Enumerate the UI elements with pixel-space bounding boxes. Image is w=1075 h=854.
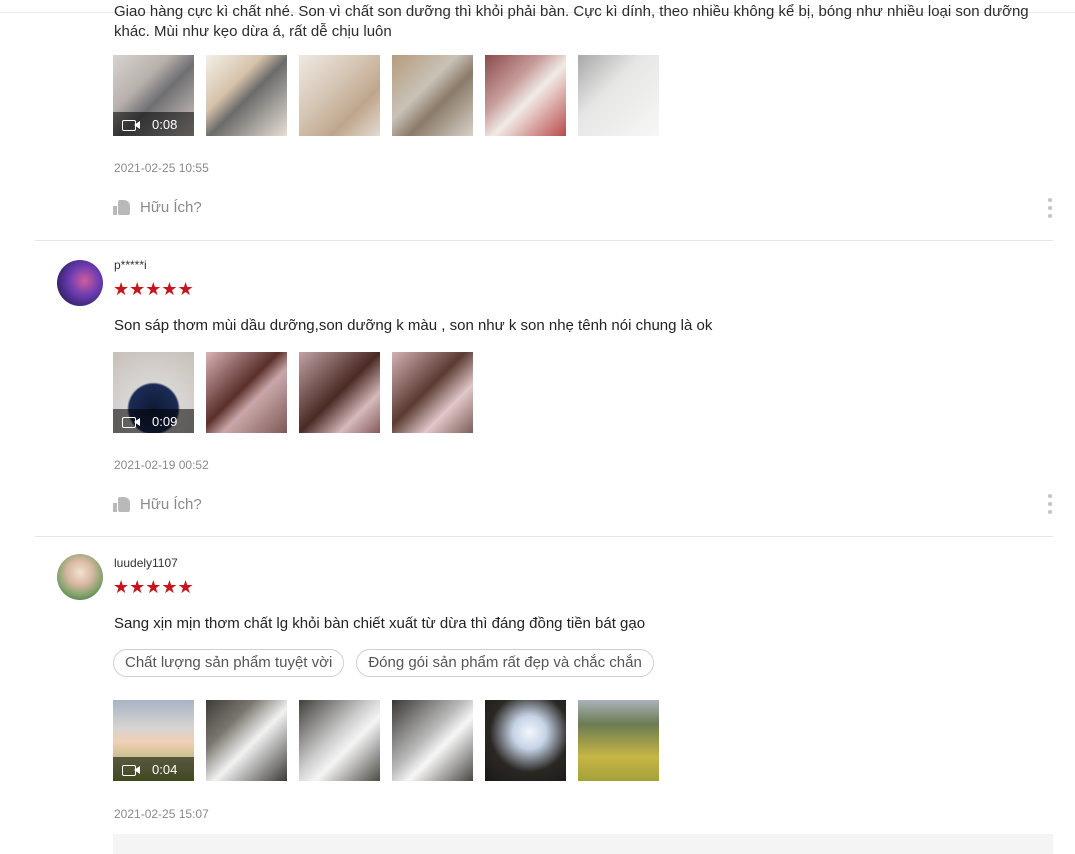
review-comment: Giao hàng cực kì chất nhé. Son vì chất s… [114,3,1029,40]
review-divider [35,240,1053,241]
media-thumbnail[interactable] [392,352,473,433]
review-comment: Sang xịn mịn thơm chất lg khỏi bàn chiết… [114,615,646,632]
reviews-page: Giao hàng cực kì chất nhé. Son vì chất s… [0,0,1075,854]
media-thumbnail[interactable] [485,700,566,781]
avatar[interactable] [57,260,103,306]
media-thumbnail[interactable] [206,700,287,781]
video-badge: 0:04 [113,757,194,781]
media-thumbnail[interactable] [299,352,380,433]
video-thumbnail[interactable]: 0:08 [113,55,194,136]
review-media: 0:04 [113,700,659,781]
video-thumbnail[interactable]: 0:04 [113,700,194,781]
video-camera-icon [122,119,140,131]
video-thumbnail[interactable]: 0:09 [113,352,194,433]
video-badge: 0:08 [113,112,194,136]
thumbs-up-icon [113,200,130,215]
review-date: 2021-02-25 15:07 [114,807,209,821]
more-options-icon[interactable] [1047,198,1053,218]
review-date: 2021-02-19 00:52 [114,458,209,472]
star-rating: ★★★★★ [113,280,194,298]
media-thumbnail[interactable] [299,55,380,136]
review-comment: Son sáp thơm mùi dầu dưỡng,son dưỡng k m… [114,317,713,334]
media-thumbnail[interactable] [299,700,380,781]
media-thumbnail[interactable] [206,352,287,433]
media-thumbnail[interactable] [392,700,473,781]
helpful-button[interactable]: Hữu Ích? [113,199,202,216]
media-thumbnail[interactable] [485,55,566,136]
star-icon: ★★★★★ [113,577,194,597]
review-username: p*****i [114,258,147,272]
video-camera-icon [122,416,140,428]
review-username: luudely1107 [114,556,178,570]
media-thumbnail[interactable] [392,55,473,136]
media-thumbnail[interactable] [578,700,659,781]
thumbs-up-icon [113,497,130,512]
star-icon: ★★★★★ [113,279,194,299]
review-date: 2021-02-25 10:55 [114,161,209,175]
media-thumbnail[interactable] [206,55,287,136]
review-tags: Chất lượng sản phẩm tuyệt vời Đóng gói s… [113,649,654,677]
review-media: 0:09 [113,352,473,433]
more-options-icon[interactable] [1047,494,1053,514]
video-badge: 0:09 [113,409,194,433]
helpful-button[interactable]: Hữu Ích? [113,496,202,513]
video-camera-icon [122,764,140,776]
avatar[interactable] [57,554,103,600]
review-media: 0:08 [113,55,659,136]
media-thumbnail[interactable] [578,55,659,136]
review-divider [35,536,1053,537]
review-tag: Chất lượng sản phẩm tuyệt vời [113,649,345,677]
bottom-placeholder [113,834,1053,854]
star-rating: ★★★★★ [113,578,194,596]
review-tag: Đóng gói sản phẩm rất đẹp và chắc chắn [356,649,654,677]
